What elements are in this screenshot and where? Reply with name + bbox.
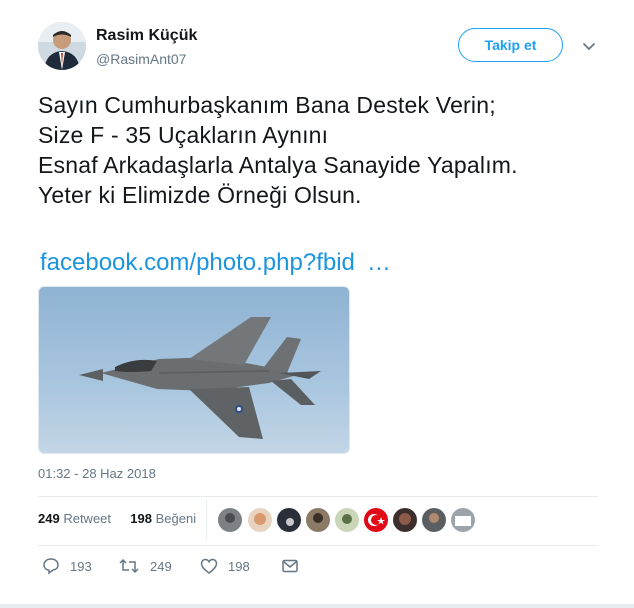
liker-avatar[interactable] xyxy=(218,508,242,532)
reply-button[interactable]: 193 xyxy=(42,557,92,575)
like-action-count: 198 xyxy=(228,558,250,574)
tweet-line: Sayın Cumhurbaşkanım Bana Destek Verin; xyxy=(38,92,496,118)
tweet-line: Yeter ki Elimizde Örneği Olsun. xyxy=(38,182,362,208)
message-icon xyxy=(282,559,298,573)
divider xyxy=(206,500,207,540)
liker-avatar[interactable] xyxy=(335,508,359,532)
retweet-label[interactable]: Retweet xyxy=(63,511,111,526)
author-handle[interactable]: @RasimAnt07 xyxy=(96,51,186,67)
retweet-count[interactable]: 249 xyxy=(38,511,60,526)
divider xyxy=(38,545,598,546)
retweet-icon xyxy=(119,558,139,574)
like-label[interactable]: Beğeni xyxy=(156,511,196,526)
liker-avatar[interactable] xyxy=(393,508,417,532)
liker-avatar[interactable] xyxy=(422,508,446,532)
link-text[interactable]: facebook.com/photo.php?fbid xyxy=(40,249,355,276)
tweet-photo[interactable] xyxy=(38,286,350,454)
liker-avatar[interactable] xyxy=(364,508,388,532)
liker-avatar[interactable] xyxy=(277,508,301,532)
reply-count: 193 xyxy=(70,558,92,574)
reply-icon xyxy=(43,558,59,575)
liker-avatar[interactable] xyxy=(306,508,330,532)
like-count[interactable]: 198 xyxy=(130,511,152,526)
jet-image xyxy=(39,287,349,453)
avatar[interactable] xyxy=(38,22,86,70)
like-button[interactable]: 198 xyxy=(200,557,250,575)
message-button[interactable] xyxy=(281,557,299,575)
follow-button[interactable]: Takip et xyxy=(458,28,563,62)
author-name[interactable]: Rasim Küçük xyxy=(96,27,197,45)
retweet-action-count: 249 xyxy=(150,558,172,574)
tweet-stats: 249 Retweet 198 Beğeni xyxy=(38,511,196,526)
tweet-line: Size F - 35 Uçakların Aynını xyxy=(38,122,329,148)
avatar-image xyxy=(38,22,86,70)
tweet-line: Esnaf Arkadaşlarla Antalya Sanayide Yapa… xyxy=(38,152,518,178)
like-icon xyxy=(200,558,218,574)
bottom-border xyxy=(0,604,634,608)
chevron-down-icon[interactable] xyxy=(581,38,597,54)
tweet-text: Sayın Cumhurbaşkanım Bana Destek Verin; … xyxy=(38,90,618,210)
retweet-button[interactable]: 249 xyxy=(118,557,172,575)
liker-avatar[interactable] xyxy=(451,508,475,532)
tweet-timestamp[interactable]: 01:32 - 28 Haz 2018 xyxy=(38,466,156,481)
link-ellipsis[interactable]: … xyxy=(367,249,391,276)
divider xyxy=(38,496,598,497)
liker-avatar[interactable] xyxy=(248,508,272,532)
tweet-link[interactable]: facebook.com/photo.php?fbid … xyxy=(40,249,391,277)
